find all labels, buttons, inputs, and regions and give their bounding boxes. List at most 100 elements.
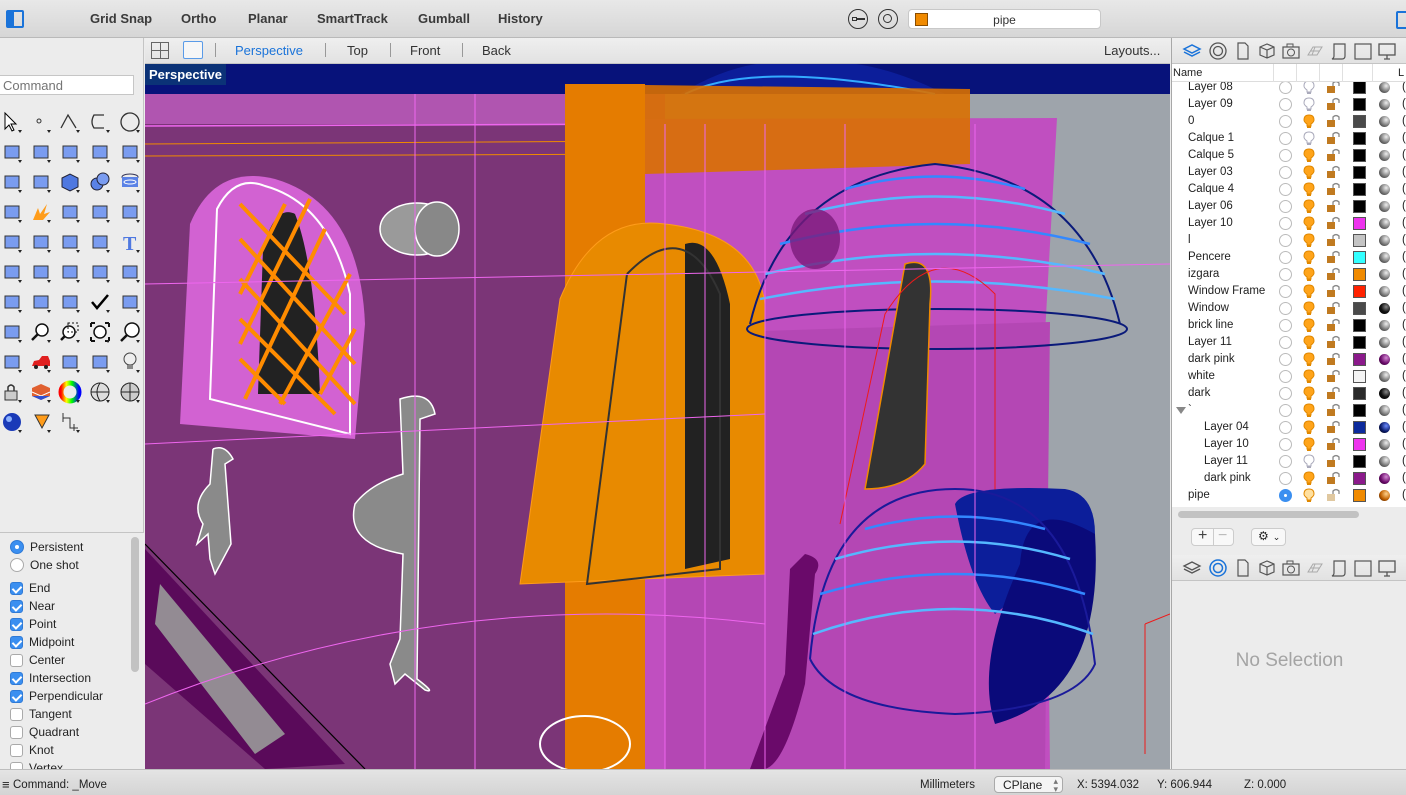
layer-name[interactable]: Layer 09 bbox=[1188, 98, 1233, 110]
layer-name[interactable]: pipe bbox=[1188, 489, 1210, 501]
arc-icon[interactable] bbox=[29, 140, 53, 164]
lock-open-icon[interactable] bbox=[1326, 284, 1340, 298]
layer-name[interactable]: Layer 03 bbox=[1188, 166, 1233, 178]
lock-open-icon[interactable] bbox=[1326, 233, 1340, 247]
osnap-intersection-checkbox[interactable]: Intersection bbox=[10, 669, 91, 687]
layer-name[interactable]: Layer 10 bbox=[1188, 217, 1233, 229]
layer-row[interactable]: l( bbox=[1172, 232, 1406, 249]
lock-icon[interactable] bbox=[0, 380, 24, 404]
polyline-icon[interactable] bbox=[58, 110, 82, 134]
layer-material-icon[interactable] bbox=[1379, 371, 1390, 382]
layer-color-swatch[interactable] bbox=[1353, 82, 1366, 94]
current-layer-radio[interactable] bbox=[1279, 421, 1292, 434]
light-bulb-on-icon[interactable] bbox=[1303, 182, 1315, 197]
light-bulb-on-icon[interactable] bbox=[1303, 148, 1315, 163]
light-bulb-on-icon[interactable] bbox=[1303, 267, 1315, 282]
layer-row[interactable]: dark pink ( bbox=[1172, 470, 1406, 487]
layer-material-icon[interactable] bbox=[1379, 167, 1390, 178]
light-bulb-on-icon[interactable] bbox=[1303, 352, 1315, 367]
grid-tab-icon[interactable] bbox=[1305, 558, 1325, 578]
layer-name[interactable]: Calque 5 bbox=[1188, 149, 1234, 161]
lock-open-icon[interactable] bbox=[1326, 471, 1340, 485]
layer-color-swatch[interactable] bbox=[1353, 132, 1366, 145]
light-bulb-on-icon[interactable] bbox=[1303, 437, 1315, 452]
layer-material-icon[interactable] bbox=[1379, 184, 1390, 195]
layer-color-swatch[interactable] bbox=[1353, 319, 1366, 332]
project-icon[interactable] bbox=[118, 260, 142, 284]
layer-material-icon[interactable] bbox=[1379, 354, 1390, 365]
layer-color-swatch[interactable] bbox=[1353, 438, 1366, 451]
layer-name[interactable]: Layer 04 bbox=[1204, 421, 1249, 433]
layer-row[interactable]: `( bbox=[1172, 402, 1406, 419]
fillet-curve-icon[interactable] bbox=[118, 140, 142, 164]
notes-tab-icon[interactable] bbox=[1329, 41, 1349, 61]
layer-name[interactable]: Pencere bbox=[1188, 251, 1231, 263]
cone-light-icon[interactable] bbox=[29, 410, 53, 434]
group-icon[interactable] bbox=[0, 230, 24, 254]
layer-material-icon[interactable] bbox=[1379, 82, 1390, 93]
notes-tab-icon[interactable] bbox=[1329, 558, 1349, 578]
layer-color-swatch[interactable] bbox=[1353, 404, 1366, 417]
layer-options-button[interactable]: ⚙ ⌄ bbox=[1251, 528, 1286, 546]
light-bulb-off-icon[interactable] bbox=[1303, 82, 1315, 95]
current-layer-radio[interactable] bbox=[1279, 98, 1292, 111]
cplane-icon[interactable] bbox=[58, 350, 82, 374]
grid-tab-icon[interactable] bbox=[1305, 41, 1325, 61]
current-layer-radio[interactable] bbox=[1279, 336, 1292, 349]
current-layer-radio[interactable] bbox=[1279, 387, 1292, 400]
points-group-icon[interactable] bbox=[29, 230, 53, 254]
light-bulb-on-icon[interactable] bbox=[1303, 114, 1315, 129]
layer-row[interactable]: Window ( bbox=[1172, 300, 1406, 317]
flip-icon[interactable] bbox=[58, 290, 82, 314]
tab-perspective[interactable]: Perspective bbox=[235, 43, 303, 58]
layer-material-icon[interactable] bbox=[1379, 218, 1390, 229]
layer-name[interactable]: Layer 11 bbox=[1204, 455, 1248, 467]
layer-name[interactable]: ` bbox=[1188, 404, 1192, 416]
camera-tab-icon[interactable] bbox=[1281, 41, 1301, 61]
layer-material-icon[interactable] bbox=[1379, 473, 1390, 484]
layer-material-icon[interactable] bbox=[1379, 422, 1390, 433]
layer-color-swatch[interactable] bbox=[1353, 302, 1366, 315]
cplane-selector[interactable]: CPlane ▴ ▾ bbox=[994, 776, 1063, 794]
tab-back[interactable]: Back bbox=[482, 43, 511, 58]
lock-open-icon[interactable] bbox=[1326, 437, 1340, 451]
layer-name[interactable]: Layer 08 bbox=[1188, 82, 1233, 93]
layers-tab-icon[interactable] bbox=[1182, 558, 1202, 578]
polygon-icon[interactable] bbox=[88, 140, 112, 164]
lock-open-icon[interactable] bbox=[1326, 369, 1340, 383]
layer-name[interactable]: Layer 06 bbox=[1188, 200, 1233, 212]
layout-tab-icon[interactable] bbox=[1353, 558, 1373, 578]
layer-row[interactable]: Calque 5 ( bbox=[1172, 147, 1406, 164]
lock-open-icon[interactable] bbox=[1326, 182, 1340, 196]
light-bulb-on-icon[interactable] bbox=[1303, 335, 1315, 350]
osnap-end-checkbox[interactable]: End bbox=[10, 579, 50, 597]
extrude-surface-icon[interactable] bbox=[29, 170, 53, 194]
current-layer-radio[interactable] bbox=[1279, 455, 1292, 468]
layer-material-icon[interactable] bbox=[1379, 235, 1390, 246]
layer-row[interactable]: white ( bbox=[1172, 368, 1406, 385]
current-layer-radio[interactable] bbox=[1279, 319, 1292, 332]
current-layer-selector[interactable]: pipe bbox=[908, 9, 1101, 29]
tab-top[interactable]: Top bbox=[347, 43, 368, 58]
lock-open-icon[interactable] bbox=[1326, 131, 1340, 145]
planar-toggle[interactable]: Planar bbox=[248, 11, 288, 26]
ellipse-icon[interactable] bbox=[0, 140, 24, 164]
light-bulb-on-icon[interactable] bbox=[1303, 301, 1315, 316]
current-layer-radio[interactable] bbox=[1279, 438, 1292, 451]
layer-name[interactable]: 0 bbox=[1188, 115, 1194, 127]
layer-row[interactable]: Calque 4 ( bbox=[1172, 181, 1406, 198]
layer-row[interactable]: pipe ( bbox=[1172, 487, 1406, 504]
display-tab-icon[interactable] bbox=[1377, 41, 1397, 61]
command-input[interactable] bbox=[0, 75, 134, 95]
layer-material-icon[interactable] bbox=[1379, 456, 1390, 467]
layer-row[interactable]: dark ( bbox=[1172, 385, 1406, 402]
layer-color-swatch[interactable] bbox=[1353, 115, 1366, 128]
layer-color-swatch[interactable] bbox=[1353, 285, 1366, 298]
panel-toggle-button[interactable] bbox=[1396, 11, 1406, 29]
sidebar-toggle-button[interactable] bbox=[6, 10, 24, 28]
current-layer-radio[interactable] bbox=[1279, 353, 1292, 366]
layer-row[interactable]: Layer 04 ( bbox=[1172, 419, 1406, 436]
osnap-near-checkbox[interactable]: Near bbox=[10, 597, 55, 615]
layer-row[interactable]: Pencere ( bbox=[1172, 249, 1406, 266]
current-layer-radio[interactable] bbox=[1279, 489, 1292, 502]
